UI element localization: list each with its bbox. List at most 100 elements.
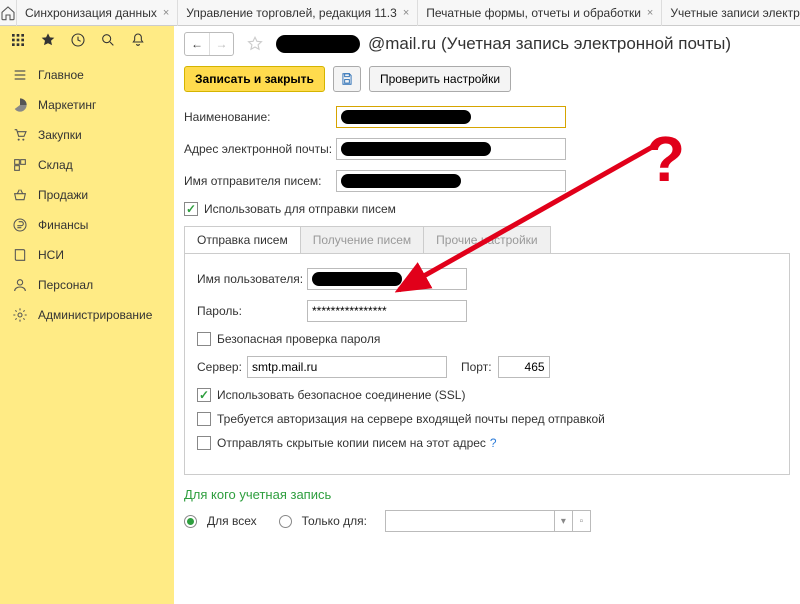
apps-icon[interactable] (10, 32, 26, 51)
close-icon[interactable]: × (163, 7, 169, 19)
home-tab[interactable] (0, 0, 17, 26)
ssl-checkbox[interactable] (197, 388, 211, 402)
floppy-icon (340, 72, 354, 86)
sidebar-item-marketing[interactable]: Маркетинг (0, 90, 174, 120)
sidebar-item-sales[interactable]: Продажи (0, 180, 174, 210)
sidebar-item-purchase[interactable]: Закупки (0, 120, 174, 150)
scope-user-combo[interactable]: ▾ ▫ (385, 510, 591, 532)
search-icon[interactable] (100, 32, 116, 51)
safe-password-checkbox[interactable] (197, 332, 211, 346)
save-close-button[interactable]: Записать и закрыть (184, 66, 325, 92)
favorite-star-icon[interactable] (244, 33, 266, 55)
port-label: Порт: (461, 360, 492, 374)
email-label: Адрес электронной почты: (184, 142, 336, 156)
scope-all-radio[interactable] (184, 515, 197, 528)
email-field[interactable] (336, 138, 566, 160)
scope-all-label: Для всех (207, 514, 257, 528)
sidebar-item-label: Склад (38, 158, 73, 172)
tab-other[interactable]: Прочие настройки (424, 226, 550, 253)
history-icon[interactable] (70, 32, 86, 51)
auth-incoming-checkbox[interactable] (197, 412, 211, 426)
port-field[interactable] (498, 356, 550, 378)
basket-icon (12, 187, 28, 203)
sidebar-item-nsi[interactable]: НСИ (0, 240, 174, 270)
sidebar-item-label: Администрирование (38, 308, 152, 322)
send-panel: Имя пользователя: Пароль: Безопасная про… (184, 253, 790, 475)
bcc-checkbox[interactable] (197, 436, 211, 450)
sidebar-item-label: Маркетинг (38, 98, 96, 112)
star-icon[interactable] (40, 32, 56, 51)
close-icon[interactable]: × (647, 7, 653, 19)
redacted-account-name (276, 35, 360, 53)
close-icon[interactable]: × (403, 7, 409, 19)
tab-label: Учетные записи электр (670, 6, 799, 20)
person-icon (12, 277, 28, 293)
tab-send[interactable]: Отправка писем (184, 226, 301, 253)
redacted-value (341, 110, 471, 124)
tab-label: Прочие настройки (436, 233, 537, 247)
username-label: Имя пользователя: (197, 272, 307, 286)
sidebar-item-hr[interactable]: Персонал (0, 270, 174, 300)
forward-button[interactable]: → (209, 33, 233, 55)
check-settings-button[interactable]: Проверить настройки (369, 66, 511, 92)
use-for-sending-checkbox[interactable] (184, 202, 198, 216)
scope-user-field[interactable] (385, 510, 555, 532)
password-field[interactable] (307, 300, 467, 322)
tab-label: Печатные формы, отчеты и обработки (426, 6, 641, 20)
username-field[interactable] (307, 268, 467, 290)
use-for-sending-label: Использовать для отправки писем (204, 202, 396, 216)
sidebar-item-label: Главное (38, 68, 84, 82)
ssl-label: Использовать безопасное соединение (SSL) (217, 388, 465, 402)
sidebar-item-label: Закупки (38, 128, 82, 142)
tab-sync[interactable]: Синхронизация данных × (17, 0, 178, 26)
pie-icon (12, 97, 28, 113)
tab-label: Отправка писем (197, 233, 288, 247)
scope-only-label: Только для: (302, 514, 367, 528)
bell-icon[interactable] (130, 32, 146, 51)
tab-accounts[interactable]: Учетные записи электр (662, 0, 800, 26)
redacted-value (341, 174, 461, 188)
nav-buttons: ← → (184, 32, 234, 56)
bcc-label: Отправлять скрытые копии писем на этот а… (217, 436, 486, 450)
redacted-value (341, 142, 491, 156)
sidebar-item-label: НСИ (38, 248, 64, 262)
scope-title: Для кого учетная запись (184, 487, 790, 502)
book-icon (12, 247, 28, 263)
gear-icon (12, 307, 28, 323)
home-icon (0, 5, 16, 21)
sidebar-item-label: Финансы (38, 218, 88, 232)
help-icon[interactable]: ? (490, 436, 497, 450)
tab-label: Управление торговлей, редакция 11.3 (186, 6, 397, 20)
server-label: Сервер: (197, 360, 247, 374)
sidebar-item-finance[interactable]: Финансы (0, 210, 174, 240)
tab-receive[interactable]: Получение писем (301, 226, 424, 253)
password-label: Пароль: (197, 304, 307, 318)
sidebar-item-admin[interactable]: Администрирование (0, 300, 174, 330)
page-title: @mail.ru (Учетная запись электронной поч… (368, 34, 731, 54)
tab-label: Получение писем (313, 233, 411, 247)
safe-password-label: Безопасная проверка пароля (217, 332, 380, 346)
tab-print[interactable]: Печатные формы, отчеты и обработки × (418, 0, 662, 26)
cart-icon (12, 127, 28, 143)
boxes-icon (12, 157, 28, 173)
sidebar-item-label: Продажи (38, 188, 88, 202)
redacted-value (312, 272, 402, 286)
ruble-icon (12, 217, 28, 233)
sender-field[interactable] (336, 170, 566, 192)
back-button[interactable]: ← (185, 33, 209, 55)
sidebar-item-warehouse[interactable]: Склад (0, 150, 174, 180)
tab-trade[interactable]: Управление торговлей, редакция 11.3 × (178, 0, 418, 26)
auth-incoming-label: Требуется авторизация на сервере входяще… (217, 412, 605, 426)
name-label: Наименование: (184, 110, 336, 124)
sidebar-item-label: Персонал (38, 278, 93, 292)
name-field[interactable] (336, 106, 566, 128)
sidebar-item-main[interactable]: Главное (0, 60, 174, 90)
menu-icon (12, 67, 28, 83)
scope-only-radio[interactable] (279, 515, 292, 528)
server-field[interactable] (247, 356, 447, 378)
sender-label: Имя отправителя писем: (184, 174, 336, 188)
tab-label: Синхронизация данных (25, 6, 157, 20)
dropdown-icon[interactable]: ▾ (555, 510, 573, 532)
open-icon[interactable]: ▫ (573, 510, 591, 532)
save-button[interactable] (333, 66, 361, 92)
